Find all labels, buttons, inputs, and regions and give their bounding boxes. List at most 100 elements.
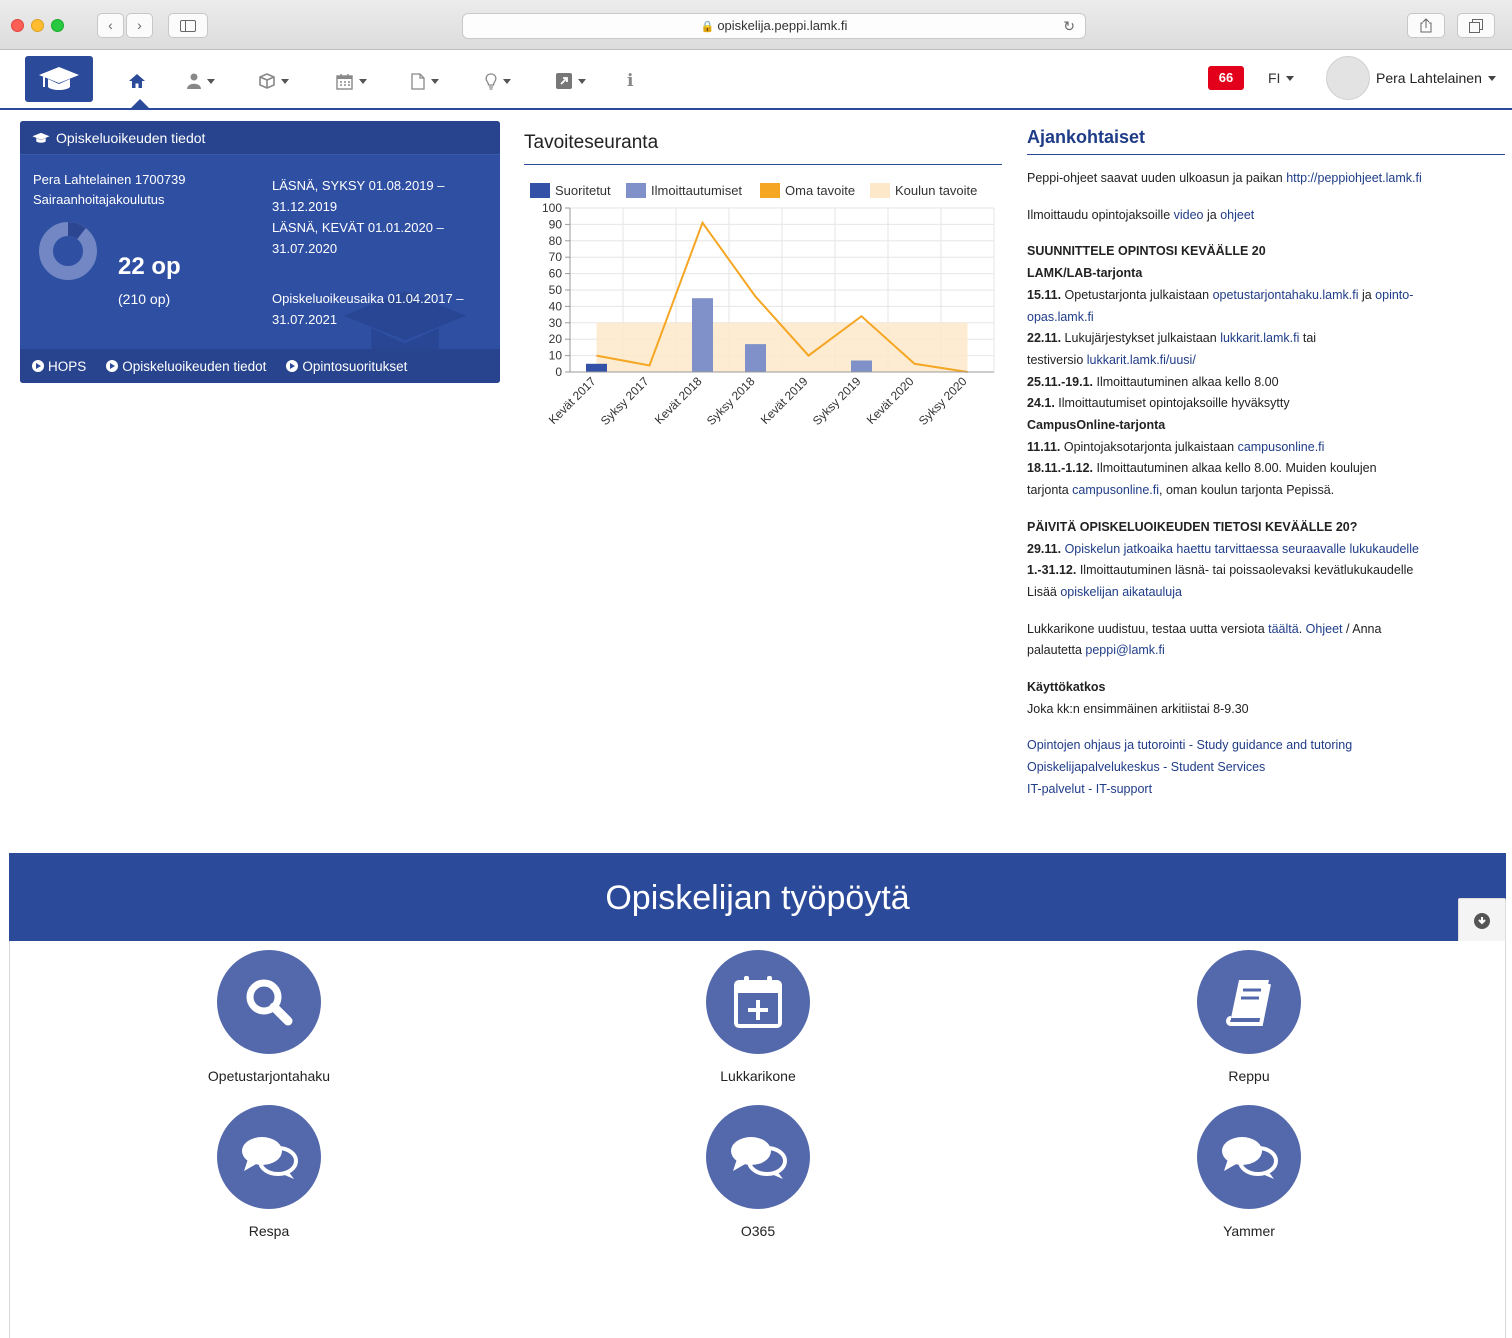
study-records-label: Opintosuoritukset: [302, 358, 408, 374]
credits-donut-chart: [39, 222, 97, 280]
news-text: Lisää: [1027, 584, 1061, 599]
notification-badge[interactable]: 66: [1208, 66, 1244, 90]
hops-link[interactable]: HOPS: [32, 359, 86, 374]
address-bar[interactable]: 🔒 opiskelija.peppi.lamk.fi ↻: [462, 13, 1086, 39]
tile-label: O365: [740, 1223, 776, 1239]
news-text: Lukkarikone uudistuu, testaa uutta versi…: [1027, 621, 1269, 636]
nav-user-menu[interactable]: [187, 70, 215, 92]
timetables-link[interactable]: lukkarit.lamk.fi: [1220, 331, 1299, 345]
bar-ilmoittautumiset: [692, 298, 713, 372]
info-icon[interactable]: i: [627, 70, 633, 92]
study-right-details-link[interactable]: Opiskeluoikeuden tiedot: [106, 359, 266, 374]
browser-toolbar: ‹ › 🔒 opiskelija.peppi.lamk.fi ↻: [0, 0, 1512, 50]
tile-icon-circle[interactable]: [706, 1105, 810, 1209]
study-records-link[interactable]: Opintosuoritukset: [286, 359, 407, 374]
tabs-button[interactable]: [1457, 13, 1495, 38]
y-tick-label: 50: [549, 283, 563, 297]
study-guide-link[interactable]: opinto-: [1375, 288, 1413, 302]
reload-icon[interactable]: ↻: [1063, 14, 1075, 38]
back-button[interactable]: ‹: [97, 13, 124, 38]
video-link[interactable]: video: [1174, 208, 1204, 222]
peppi-logo[interactable]: [25, 56, 93, 102]
minimize-window-button[interactable]: [31, 19, 44, 32]
tile-respa[interactable]: Respa: [119, 1105, 419, 1239]
it-support-link[interactable]: IT-palvelut - IT-support: [1027, 782, 1152, 796]
zoom-window-button[interactable]: [51, 19, 64, 32]
close-window-button[interactable]: [11, 19, 24, 32]
study-program: Sairaanhoitajakoulutus: [33, 192, 165, 207]
news-text: Ilmoittautumiset opintojaksoille hyväksy…: [1054, 396, 1290, 411]
tile-icon-circle[interactable]: [706, 950, 810, 1054]
timetables-beta-link[interactable]: lukkarit.lamk.fi/uusi/: [1087, 353, 1196, 367]
tile-icon-circle[interactable]: [1197, 950, 1301, 1054]
tile-icon-circle[interactable]: [217, 950, 321, 1054]
x-tick-label: Syksy 2018: [704, 374, 758, 428]
sidebar-toggle-button[interactable]: [168, 13, 208, 38]
instructions-link[interactable]: ohjeet: [1220, 208, 1254, 222]
credits-total: (210 op): [118, 291, 171, 307]
book-icon: [1226, 980, 1271, 1026]
chart-title: Tavoiteseuranta: [524, 132, 659, 153]
calendar-plus-icon: [734, 976, 782, 1028]
collapse-desktop-button[interactable]: [1458, 898, 1506, 944]
tile-lukkarikone[interactable]: Lukkarikone: [608, 950, 908, 1084]
nav-ideas-menu[interactable]: [485, 70, 511, 92]
chevron-left-icon: ‹: [108, 17, 113, 33]
tile-label: Reppu: [1228, 1068, 1270, 1084]
nav-home[interactable]: [128, 70, 146, 92]
tile-icon-circle[interactable]: [1197, 1105, 1301, 1209]
curriculum-search-link[interactable]: opetustarjontahaku.lamk.fi: [1213, 288, 1359, 302]
timetable-instructions-link[interactable]: Ohjeet: [1306, 622, 1343, 636]
enrollment-status-1: LÄSNÄ, SYKSY 01.08.2019 – 31.12.2019: [272, 178, 445, 214]
study-right-details-label: Opiskeluoikeuden tiedot: [122, 358, 267, 374]
tile-yammer[interactable]: Yammer: [1099, 1105, 1399, 1239]
news-text: / Anna: [1342, 621, 1382, 636]
x-tick-label: Syksy 2020: [916, 374, 970, 428]
tile-icon-circle[interactable]: [217, 1105, 321, 1209]
nav-documents-menu[interactable]: [411, 70, 439, 92]
y-tick-label: 70: [549, 250, 563, 264]
campusonline-link-2[interactable]: campusonline.fi: [1072, 483, 1159, 497]
nav-links-menu[interactable]: [556, 70, 586, 92]
legend-swatch: [870, 183, 890, 198]
goal-tracking-chart: Suoritetut Ilmoittautumiset Oma tavoite Kou…: [530, 183, 995, 428]
campusonline-link[interactable]: campusonline.fi: [1238, 440, 1325, 454]
study-right-period: Opiskeluoikeusaika 01.04.2017 – 31.07.20…: [272, 291, 464, 327]
study-right-links: HOPS Opiskeluoikeuden tiedot Opintosuori…: [20, 349, 500, 383]
study-guide-link-cont[interactable]: opas.lamk.fi: [1027, 310, 1094, 324]
try-new-version-link[interactable]: täältä: [1268, 622, 1299, 636]
news-text: Opintojaksotarjonta julkaistaan: [1060, 439, 1238, 454]
avatar[interactable]: [1326, 56, 1370, 100]
user-menu[interactable]: Pera Lahtelainen: [1376, 70, 1496, 86]
legend-swatch: [530, 183, 550, 198]
student-services-link[interactable]: Opiskelijapalvelukeskus - Student Servic…: [1027, 760, 1265, 774]
feedback-email-link[interactable]: peppi@lamk.fi: [1085, 643, 1164, 657]
legend-label: Ilmoittautumiset: [651, 183, 742, 198]
share-button[interactable]: [1407, 13, 1445, 38]
study-right-header: Opiskeluoikeuden tiedot: [20, 121, 500, 155]
news-text: Joka kk:n ensimmäinen arkitiistai 8-9.30: [1027, 701, 1249, 716]
chevron-right-icon: ›: [137, 17, 142, 33]
y-tick-label: 30: [549, 316, 563, 330]
arrow-circle-icon: [106, 360, 119, 372]
news-text: Opetustarjonta julkaistaan: [1061, 287, 1213, 302]
nav-calendar-menu[interactable]: [336, 70, 367, 92]
news-item-timetable-tool: Lukkarikone uudistuu, testaa uutta versi…: [1027, 619, 1505, 662]
language-selector[interactable]: FI: [1268, 70, 1295, 86]
forward-button[interactable]: ›: [126, 13, 153, 38]
external-link-icon: [556, 73, 572, 89]
student-schedules-link[interactable]: opiskelijan aikatauluja: [1060, 585, 1182, 599]
nav-cube-menu[interactable]: [259, 70, 289, 92]
guidance-link[interactable]: Opintojen ohjaus ja tutorointi - Study g…: [1027, 738, 1352, 752]
legend-swatch: [626, 183, 646, 198]
tile-reppu[interactable]: Reppu: [1099, 950, 1399, 1084]
peppi-guides-link[interactable]: http://peppiohjeet.lamk.fi: [1286, 171, 1422, 185]
news-text: palautetta: [1027, 643, 1086, 658]
tile-opetustarjontahaku[interactable]: Opetustarjontahaku: [119, 950, 419, 1084]
lock-icon: 🔒: [700, 21, 715, 33]
tile-o365[interactable]: O365: [608, 1105, 908, 1239]
extension-link[interactable]: Opiskelun jatkoaika haettu tarvittaessa …: [1065, 542, 1419, 556]
news-item-maintenance: Käyttökatkos Joka kk:n ensimmäinen arkit…: [1027, 677, 1505, 720]
news-item-guides: Peppi-ohjeet saavat uuden ulkoasun ja pa…: [1027, 168, 1505, 190]
desktop-title: Opiskelijan työpöytä: [9, 853, 1506, 941]
